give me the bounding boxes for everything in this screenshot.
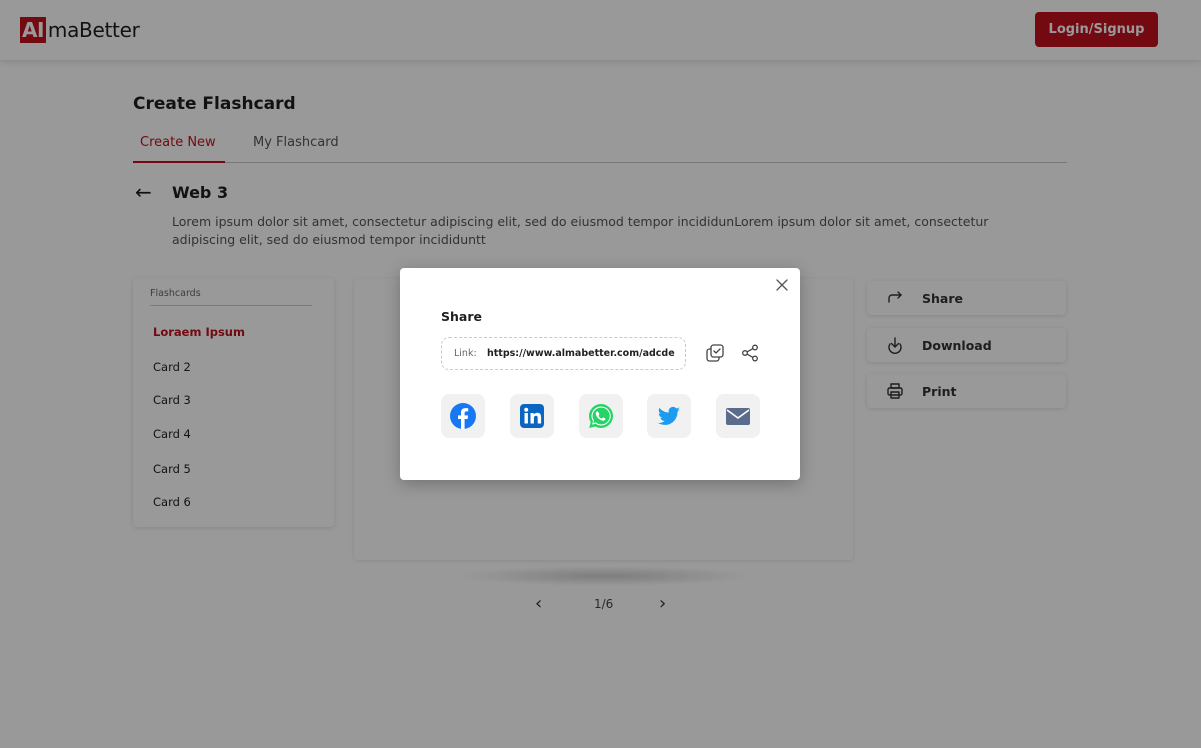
facebook-icon [450, 403, 476, 429]
linkedin-icon [520, 404, 544, 428]
close-icon[interactable] [774, 277, 790, 293]
whatsapp-share-button[interactable] [579, 394, 623, 438]
twitter-icon [658, 406, 680, 425]
link-label: Link: [454, 348, 477, 359]
linkedin-share-button[interactable] [510, 394, 554, 438]
facebook-share-button[interactable] [441, 394, 485, 438]
mail-icon [726, 408, 750, 425]
share-modal: Share Link: https://www.almabetter.com/a… [400, 268, 800, 480]
modal-title: Share [441, 309, 482, 324]
whatsapp-icon [588, 403, 614, 428]
link-value[interactable]: https://www.almabetter.com/adcde [487, 348, 675, 359]
email-share-button[interactable] [716, 394, 760, 438]
copy-icon[interactable] [705, 343, 725, 363]
twitter-share-button[interactable] [647, 394, 691, 438]
share-link-field[interactable]: Link: https://www.almabetter.com/adcde [441, 337, 686, 370]
share-nodes-icon[interactable] [740, 343, 760, 363]
